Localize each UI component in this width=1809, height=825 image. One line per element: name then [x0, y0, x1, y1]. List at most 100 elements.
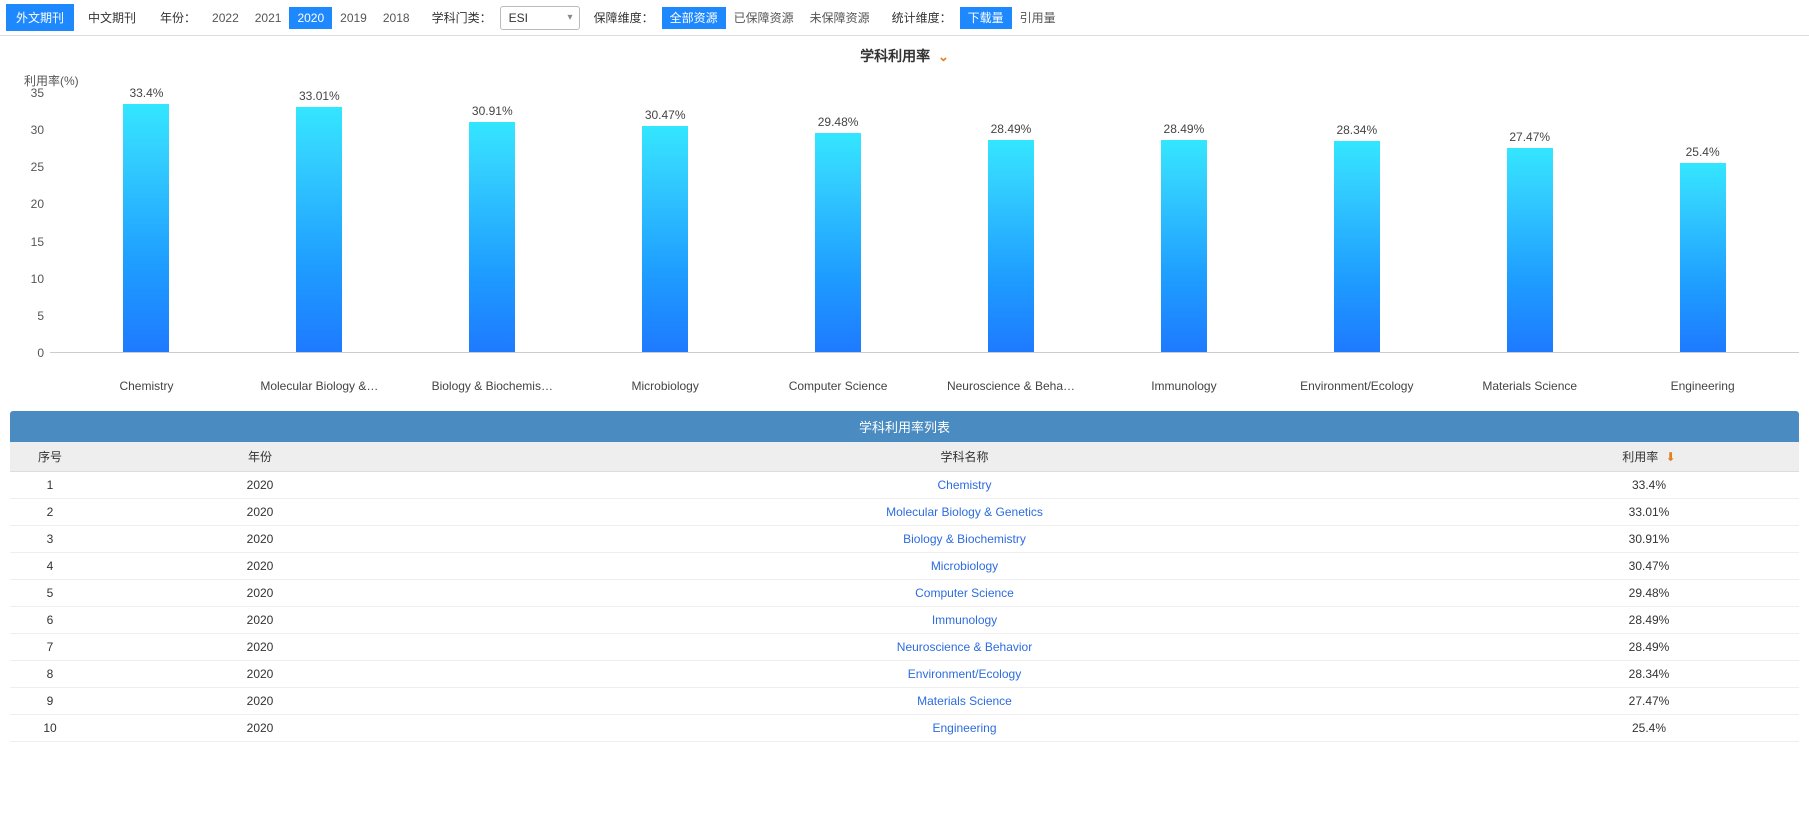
subject-category-select[interactable]: ESI ▾	[500, 6, 580, 30]
subject-category-value: ESI	[509, 11, 528, 25]
chart: 利用率(%) 05101520253035 33.4%33.01%30.91%3…	[0, 72, 1809, 403]
guarantee-option[interactable]: 未保障资源	[802, 7, 878, 29]
cell-year: 2020	[90, 688, 430, 715]
bar-slot: 33.01%	[233, 93, 406, 352]
chart-section-title[interactable]: 学科利用率 ⌄	[0, 36, 1809, 72]
year-option-2019[interactable]: 2019	[332, 7, 375, 29]
th-subject[interactable]: 学科名称	[430, 442, 1499, 472]
cell-year: 2020	[90, 526, 430, 553]
cell-year: 2020	[90, 580, 430, 607]
cell-seq: 8	[10, 661, 90, 688]
th-seq[interactable]: 序号	[10, 442, 90, 472]
cell-seq: 10	[10, 715, 90, 742]
subject-link[interactable]: Neuroscience & Behavior	[897, 640, 1032, 654]
table-row: 82020Environment/Ecology28.34%	[10, 661, 1799, 688]
sort-desc-icon: ⬇	[1666, 450, 1676, 464]
year-option-2022[interactable]: 2022	[204, 7, 247, 29]
subject-link[interactable]: Engineering	[932, 721, 996, 735]
cell-seq: 5	[10, 580, 90, 607]
chart-bar[interactable]	[1507, 148, 1553, 352]
chart-bar[interactable]	[1680, 163, 1726, 352]
cell-subject: Chemistry	[430, 472, 1499, 499]
bar-value-label: 27.47%	[1509, 130, 1550, 144]
bar-slot: 30.47%	[579, 93, 752, 352]
table-row: 62020Immunology28.49%	[10, 607, 1799, 634]
cell-subject: Environment/Ecology	[430, 661, 1499, 688]
subject-link[interactable]: Biology & Biochemistry	[903, 532, 1026, 546]
cell-rate: 33.4%	[1499, 472, 1799, 499]
chart-bar[interactable]	[296, 107, 342, 352]
stat-option[interactable]: 下载量	[960, 7, 1012, 29]
bar-slot: 25.4%	[1616, 93, 1789, 352]
year-label: 年份：	[150, 9, 200, 26]
chart-bar[interactable]	[988, 140, 1034, 352]
bar-slot: 27.47%	[1443, 93, 1616, 352]
tab-chinese-journals[interactable]: 中文期刊	[78, 4, 146, 31]
bar-slot: 28.49%	[925, 93, 1098, 352]
th-rate-text: 利用率	[1622, 450, 1658, 464]
subject-link[interactable]: Molecular Biology & Genetics	[886, 505, 1043, 519]
chart-bar[interactable]	[815, 133, 861, 352]
cell-seq: 6	[10, 607, 90, 634]
cell-rate: 33.01%	[1499, 499, 1799, 526]
stat-option[interactable]: 引用量	[1012, 7, 1064, 29]
subject-link[interactable]: Chemistry	[937, 478, 991, 492]
x-axis-label: Environment/Ecology	[1270, 379, 1443, 393]
chart-bar[interactable]	[1334, 141, 1380, 352]
cell-year: 2020	[90, 607, 430, 634]
subject-link[interactable]: Environment/Ecology	[908, 667, 1021, 681]
cell-subject: Microbiology	[430, 553, 1499, 580]
th-year[interactable]: 年份	[90, 442, 430, 472]
year-option-2021[interactable]: 2021	[247, 7, 290, 29]
cell-subject: Immunology	[430, 607, 1499, 634]
cell-year: 2020	[90, 472, 430, 499]
guarantee-option[interactable]: 全部资源	[662, 7, 726, 29]
table-row: 72020Neuroscience & Behavior28.49%	[10, 634, 1799, 661]
bar-value-label: 33.4%	[129, 86, 163, 100]
chevron-down-icon: ▾	[568, 12, 573, 23]
bar-slot: 29.48%	[752, 93, 925, 352]
cell-rate: 28.49%	[1499, 634, 1799, 661]
cell-year: 2020	[90, 634, 430, 661]
guarantee-option[interactable]: 已保障资源	[726, 7, 802, 29]
bar-value-label: 33.01%	[299, 89, 340, 103]
cell-year: 2020	[90, 553, 430, 580]
subject-link[interactable]: Materials Science	[917, 694, 1012, 708]
table-row: 12020 Chemistry 33.4%	[10, 472, 1799, 499]
cell-rate: 30.47%	[1499, 553, 1799, 580]
cell-seq: 1	[10, 472, 90, 499]
y-tick: 20	[31, 197, 44, 211]
bar-value-label: 28.49%	[991, 122, 1032, 136]
expand-down-icon: ⌄	[938, 49, 949, 65]
tab-foreign-journals[interactable]: 外文期刊	[6, 4, 74, 31]
x-axis-label: Microbiology	[579, 379, 752, 393]
cell-seq: 9	[10, 688, 90, 715]
cell-year: 2020	[90, 715, 430, 742]
x-axis-label: Materials Science	[1443, 379, 1616, 393]
year-option-2018[interactable]: 2018	[375, 7, 418, 29]
y-tick: 10	[31, 272, 44, 286]
bar-value-label: 30.47%	[645, 108, 686, 122]
y-tick: 35	[31, 86, 44, 100]
chart-bar[interactable]	[469, 122, 515, 352]
bar-value-label: 29.48%	[818, 115, 859, 129]
year-option-2020[interactable]: 2020	[289, 7, 332, 29]
x-axis-label: Chemistry	[60, 379, 233, 393]
cell-subject: Computer Science	[430, 580, 1499, 607]
chart-section-title-text: 学科利用率	[860, 48, 930, 64]
y-tick: 0	[37, 346, 44, 360]
th-rate[interactable]: 利用率 ⬇	[1499, 442, 1799, 472]
cell-rate: 29.48%	[1499, 580, 1799, 607]
subject-link[interactable]: Immunology	[932, 613, 997, 627]
table-row: 32020Biology & Biochemistry30.91%	[10, 526, 1799, 553]
chart-bar[interactable]	[642, 126, 688, 352]
y-tick: 25	[31, 160, 44, 174]
cell-subject: Engineering	[430, 715, 1499, 742]
table-row: 52020 Computer Science 29.48%	[10, 580, 1799, 607]
x-axis-label: Molecular Biology &…	[233, 379, 406, 393]
chart-bar[interactable]	[123, 104, 169, 352]
subject-link[interactable]: Computer Science	[915, 586, 1014, 600]
chart-bar[interactable]	[1161, 140, 1207, 352]
subject-link[interactable]: Microbiology	[931, 559, 998, 573]
subject-category-label: 学科门类：	[422, 9, 496, 26]
